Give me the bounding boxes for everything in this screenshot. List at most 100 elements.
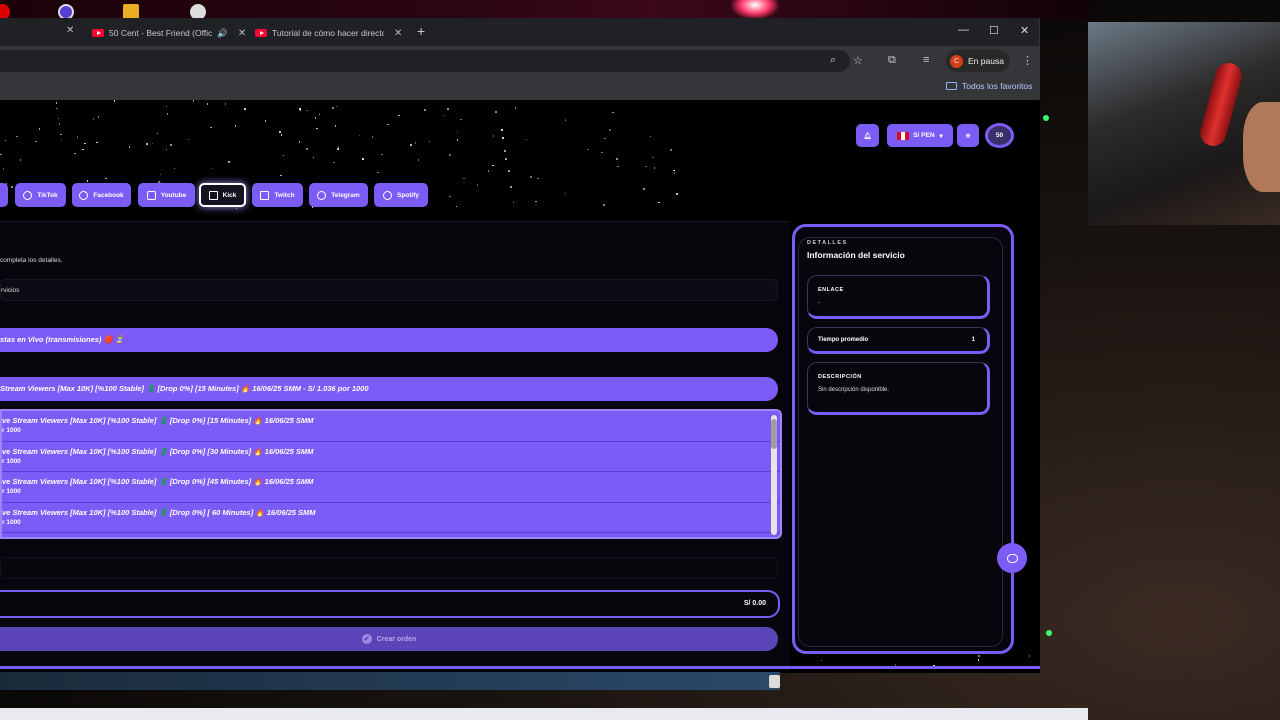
star [443,114,446,117]
star [617,165,619,168]
star [244,108,246,110]
link-card: ENLACE - [807,275,990,319]
star [371,136,374,138]
details-kicker: DETALLES [807,240,848,246]
minimize-icon[interactable]: — [958,24,969,36]
star [57,117,60,120]
star [670,149,672,151]
twitch-icon [260,190,270,200]
tab-close-icon[interactable]: ✕ [394,28,402,39]
category-select[interactable]: stas en Vivo (transmisiones) 🔴 ⏳ [0,328,778,352]
peru-flag-icon [897,131,910,140]
star [11,186,13,188]
star [645,165,647,168]
star [414,142,417,144]
service-option[interactable]: ve Stream Viewers [Max 10K] [%100 Stable… [2,442,780,472]
star [487,170,490,172]
platform-chip-youtube[interactable]: Youtube [138,183,195,207]
star [224,103,227,105]
currency-selector[interactable]: S/ PEN ▾ [887,124,953,147]
speaker-icon[interactable]: 🔊 [217,28,228,39]
youtube-icon [146,190,156,200]
star [358,134,361,137]
chat-icon [1006,553,1018,563]
star [159,173,162,176]
star [282,154,285,157]
all-bookmarks-label: Todos los favoritos [962,81,1033,91]
platform-chip-twitch[interactable]: Twitch [252,183,303,207]
star [314,117,317,119]
platform-chip-tiktok[interactable]: TikTok [15,183,66,207]
star [456,130,459,133]
dropdown-scrollbar[interactable] [771,415,777,535]
star [455,205,458,208]
platform-chip-facebook[interactable]: Facebook [72,183,131,207]
zoom-icon[interactable]: ⌕ [830,54,836,67]
all-bookmarks[interactable]: Todos los favoritos [946,81,1032,91]
quantity-input[interactable] [0,557,778,579]
star [299,108,301,110]
star [658,201,660,204]
star [398,114,400,116]
kick-icon [208,190,218,200]
star [604,137,606,140]
omnibox[interactable] [0,50,850,72]
youtube-icon [255,29,267,37]
extensions-icon[interactable]: ⧉ [888,54,896,67]
service-select[interactable]: Stream Viewers [Max 10K] [%100 Stable] 💲… [0,377,778,401]
service-option[interactable]: ve Stream Viewers [Max 10K] [%100 Stable… [2,472,780,503]
telegram-icon [317,190,327,200]
menu-icon[interactable]: ⋮ [1022,54,1033,67]
service-option[interactable]: ve Stream Viewers [Max 10K] [%100 Stable… [2,411,780,442]
user-avatar[interactable]: 50 [985,123,1014,148]
star [410,144,412,146]
star [492,164,494,167]
scroll-arrow-icon[interactable] [769,675,780,688]
star [74,152,76,155]
star [335,105,338,108]
platform-chip-kick[interactable]: Kick [199,183,246,207]
platform-chip-spotify[interactable]: Spotify [374,183,428,207]
tab-close-icon[interactable]: ✕ [238,28,246,39]
media-icon[interactable]: ≡ [923,54,929,66]
new-tab-icon[interactable]: + [417,23,425,39]
star [449,195,451,198]
star [587,148,589,151]
star [612,111,614,114]
star [86,180,89,182]
star [165,148,168,151]
avg-time-card: Tiempo promedio 1 [807,327,990,354]
option-subtitle: r 1000 [2,488,21,495]
service-option[interactable]: ve Stream Viewers [Max 10K] [%100 Stable… [2,503,780,533]
platform-chip-telegram[interactable]: Telegram [309,183,368,207]
create-order-button[interactable]: ✔ Crear orden [0,627,778,651]
scrollbar-thumb[interactable] [771,419,777,449]
star [0,153,2,156]
platform-chip-partial[interactable] [0,183,8,207]
desktop-top-strip [0,0,1090,20]
order-form: completa los detalles. rvicios stas en V… [0,221,790,671]
maximize-icon[interactable]: ☐ [989,24,999,37]
tab-close-icon[interactable]: ✕ [66,25,74,36]
facebook-icon [79,190,89,200]
spotify-icon [382,190,392,200]
close-window-icon[interactable]: ✕ [1020,24,1029,37]
option-title: ve Stream Viewers [Max 10K] [%100 Stable… [2,477,314,486]
notifications-button[interactable]: 🔔︎ [856,124,879,147]
tab-music[interactable]: 50 Cent - Best Friend (Offic 🔊 ✕ [92,22,246,44]
tab-tutorial[interactable]: Tutorial de cómo hacer directo ✕ [255,22,402,44]
category-selected: stas en Vivo (transmisiones) 🔴 ⏳ [0,335,125,344]
status-led [1046,630,1052,636]
link-label: ENLACE [818,287,844,293]
star [495,111,497,113]
theme-toggle[interactable]: ☀ [957,124,979,147]
bookmark-star-icon[interactable]: ☆ [853,54,863,67]
star [4,139,7,142]
chat-button[interactable] [997,543,1027,573]
check-circle-icon: ✔ [361,634,372,644]
star [337,146,340,148]
star [977,659,980,661]
profile-button[interactable]: C En pausa [946,50,1010,72]
avatar-label: 50 [995,132,1004,139]
star [1028,655,1031,657]
